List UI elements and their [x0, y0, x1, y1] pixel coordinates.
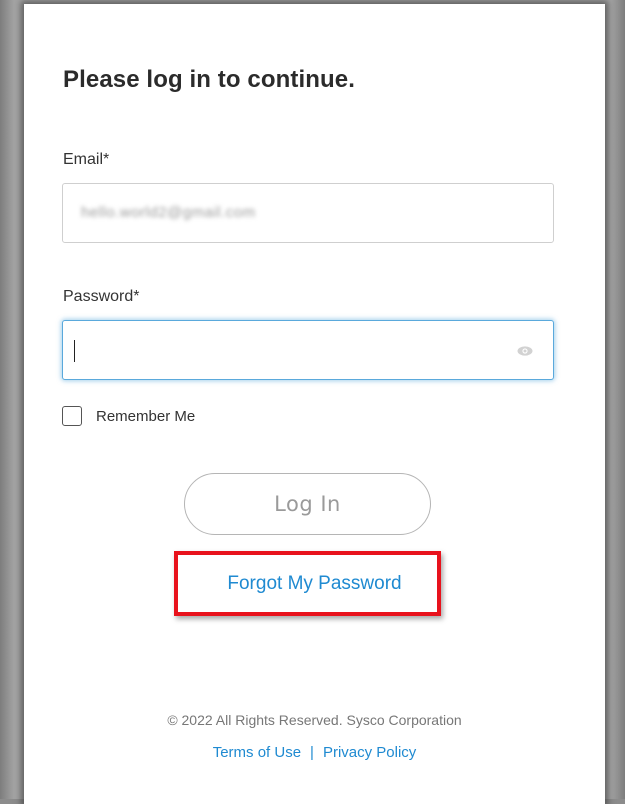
password-label: Password* — [63, 288, 140, 305]
remember-me-label[interactable]: Remember Me — [96, 408, 195, 425]
password-field[interactable] — [62, 320, 554, 380]
remember-me-checkbox[interactable] — [62, 406, 82, 426]
email-value: hello.world2@gmail.com — [81, 204, 256, 221]
privacy-policy-link[interactable]: Privacy Policy — [323, 744, 416, 761]
copyright-text: © 2022 All Rights Reserved. Sysco Corpor… — [167, 712, 462, 728]
text-cursor — [74, 340, 75, 362]
terms-of-use-link[interactable]: Terms of Use — [213, 744, 301, 761]
eye-icon[interactable] — [517, 346, 533, 356]
email-label: Email* — [63, 151, 110, 168]
page-title: Please log in to continue. — [63, 66, 355, 93]
footer-links: Terms of Use | Privacy Policy — [24, 744, 605, 761]
footer-separator: | — [310, 744, 314, 761]
login-button[interactable]: Log In — [184, 473, 431, 535]
login-panel: Please log in to continue. Email* hello.… — [24, 4, 605, 804]
email-field[interactable]: hello.world2@gmail.com — [62, 183, 554, 243]
forgot-password-link[interactable]: Forgot My Password — [24, 573, 605, 595]
